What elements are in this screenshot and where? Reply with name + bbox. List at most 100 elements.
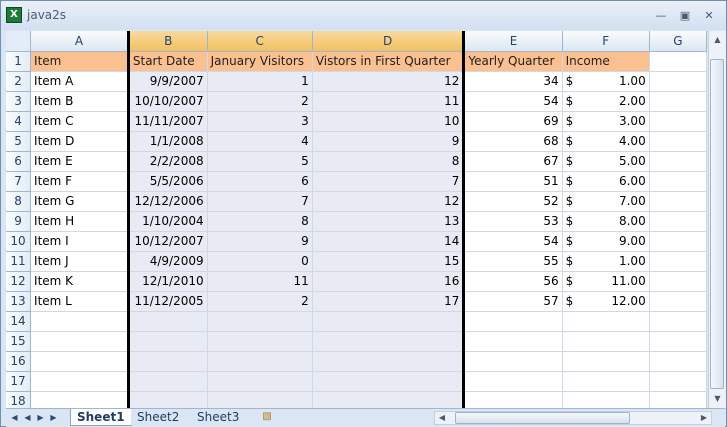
cell-a-16[interactable] bbox=[30, 351, 129, 372]
scroll-left-icon[interactable]: ◀ bbox=[436, 412, 448, 424]
worksheet-grid[interactable]: A B C D E F G 1 Item Start Date January Vis… bbox=[6, 31, 707, 408]
horizontal-scroll-thumb[interactable] bbox=[455, 412, 630, 424]
cell-e-16[interactable] bbox=[463, 351, 563, 372]
cell-g-7[interactable] bbox=[649, 171, 707, 192]
cell-b-5[interactable]: 1/1/2008 bbox=[126, 131, 208, 152]
cell-e-4[interactable]: 69 bbox=[463, 111, 563, 132]
cell-g-8[interactable] bbox=[649, 191, 707, 212]
cell-f-8[interactable]: $7.00 bbox=[562, 191, 650, 212]
cell-c-1[interactable]: January Visitors bbox=[207, 51, 313, 72]
cell-g-12[interactable] bbox=[649, 271, 707, 292]
cell-a-18[interactable] bbox=[30, 391, 129, 408]
scroll-up-icon[interactable]: ▲ bbox=[710, 32, 725, 47]
cell-e-3[interactable]: 54 bbox=[463, 91, 563, 112]
cell-g-2[interactable] bbox=[649, 71, 707, 92]
vertical-scrollbar[interactable]: ▲ ▼ bbox=[708, 31, 726, 408]
cell-f-18[interactable] bbox=[562, 391, 650, 408]
cell-a-12[interactable]: Item K bbox=[30, 271, 129, 292]
restore-icon[interactable]: ▣ bbox=[677, 9, 693, 23]
cell-a-1[interactable]: Item bbox=[30, 51, 129, 72]
cell-b-18[interactable] bbox=[126, 391, 208, 408]
cell-d-7[interactable]: 7 bbox=[312, 171, 466, 192]
cell-e-13[interactable]: 57 bbox=[463, 291, 563, 312]
cell-e-14[interactable] bbox=[463, 311, 563, 332]
cell-c-12[interactable]: 11 bbox=[207, 271, 313, 292]
cell-f-9[interactable]: $8.00 bbox=[562, 211, 650, 232]
cell-b-4[interactable]: 11/11/2007 bbox=[126, 111, 208, 132]
row-header[interactable]: 8 bbox=[6, 191, 32, 212]
cell-f-10[interactable]: $9.00 bbox=[562, 231, 650, 252]
cell-b-1[interactable]: Start Date bbox=[126, 51, 208, 72]
cell-f-7[interactable]: $6.00 bbox=[562, 171, 650, 192]
prev-sheet-icon[interactable]: ◀ bbox=[22, 411, 33, 425]
cell-e-1[interactable]: Yearly Quarter bbox=[463, 51, 563, 72]
column-header-g[interactable]: G bbox=[649, 31, 707, 52]
cell-c-7[interactable]: 6 bbox=[207, 171, 313, 192]
cell-f-2[interactable]: $1.00 bbox=[562, 71, 650, 92]
row-header[interactable]: 2 bbox=[6, 71, 32, 92]
row-header[interactable]: 18 bbox=[6, 391, 32, 408]
cell-c-8[interactable]: 7 bbox=[207, 191, 313, 212]
vertical-scroll-thumb[interactable] bbox=[710, 59, 724, 389]
row-header[interactable]: 4 bbox=[6, 111, 32, 132]
cell-b-3[interactable]: 10/10/2007 bbox=[126, 91, 208, 112]
cell-a-9[interactable]: Item H bbox=[30, 211, 129, 232]
sheet-tab-sheet2[interactable]: Sheet2 bbox=[131, 409, 186, 425]
cell-e-9[interactable]: 53 bbox=[463, 211, 563, 232]
column-header-f[interactable]: F bbox=[562, 31, 650, 52]
cell-g-11[interactable] bbox=[649, 251, 707, 272]
cell-e-12[interactable]: 56 bbox=[463, 271, 563, 292]
cell-c-16[interactable] bbox=[207, 351, 313, 372]
horizontal-scrollbar[interactable]: ◀ ▶ bbox=[434, 411, 712, 425]
cell-d-11[interactable]: 15 bbox=[312, 251, 466, 272]
cell-c-10[interactable]: 9 bbox=[207, 231, 313, 252]
cell-g-17[interactable] bbox=[649, 371, 707, 392]
cell-a-5[interactable]: Item D bbox=[30, 131, 129, 152]
cell-d-1[interactable]: Vistors in First Quarter bbox=[312, 51, 466, 72]
cell-c-4[interactable]: 3 bbox=[207, 111, 313, 132]
cell-c-13[interactable]: 2 bbox=[207, 291, 313, 312]
cell-a-4[interactable]: Item C bbox=[30, 111, 129, 132]
cell-e-7[interactable]: 51 bbox=[463, 171, 563, 192]
cell-g-18[interactable] bbox=[649, 391, 707, 408]
cell-f-6[interactable]: $5.00 bbox=[562, 151, 650, 172]
cell-e-8[interactable]: 52 bbox=[463, 191, 563, 212]
cell-b-6[interactable]: 2/2/2008 bbox=[126, 151, 208, 172]
cell-b-10[interactable]: 10/12/2007 bbox=[126, 231, 208, 252]
cell-d-18[interactable] bbox=[312, 391, 466, 408]
cell-d-6[interactable]: 8 bbox=[312, 151, 466, 172]
cell-b-9[interactable]: 1/10/2004 bbox=[126, 211, 208, 232]
cell-g-9[interactable] bbox=[649, 211, 707, 232]
cell-g-3[interactable] bbox=[649, 91, 707, 112]
cell-b-13[interactable]: 11/12/2005 bbox=[126, 291, 208, 312]
cell-g-5[interactable] bbox=[649, 131, 707, 152]
cell-d-3[interactable]: 11 bbox=[312, 91, 466, 112]
cell-a-14[interactable] bbox=[30, 311, 129, 332]
cell-c-9[interactable]: 8 bbox=[207, 211, 313, 232]
cell-d-13[interactable]: 17 bbox=[312, 291, 466, 312]
cell-b-8[interactable]: 12/12/2006 bbox=[126, 191, 208, 212]
cell-a-7[interactable]: Item F bbox=[30, 171, 129, 192]
cell-c-3[interactable]: 2 bbox=[207, 91, 313, 112]
cell-c-18[interactable] bbox=[207, 391, 313, 408]
column-header-e[interactable]: E bbox=[463, 31, 563, 52]
cell-e-2[interactable]: 34 bbox=[463, 71, 563, 92]
last-sheet-icon[interactable]: ▶ bbox=[48, 411, 59, 425]
cell-a-2[interactable]: Item A bbox=[30, 71, 129, 92]
scroll-down-icon[interactable]: ▼ bbox=[710, 391, 725, 406]
cell-f-5[interactable]: $4.00 bbox=[562, 131, 650, 152]
cell-a-13[interactable]: Item L bbox=[30, 291, 129, 312]
cell-f-13[interactable]: $12.00 bbox=[562, 291, 650, 312]
row-header[interactable]: 13 bbox=[6, 291, 32, 312]
cell-b-7[interactable]: 5/5/2006 bbox=[126, 171, 208, 192]
cell-a-11[interactable]: Item J bbox=[30, 251, 129, 272]
cell-d-10[interactable]: 14 bbox=[312, 231, 466, 252]
cell-b-16[interactable] bbox=[126, 351, 208, 372]
cell-e-5[interactable]: 68 bbox=[463, 131, 563, 152]
cell-b-15[interactable] bbox=[126, 331, 208, 352]
cell-d-15[interactable] bbox=[312, 331, 466, 352]
cell-e-17[interactable] bbox=[463, 371, 563, 392]
row-header[interactable]: 12 bbox=[6, 271, 32, 292]
cell-f-1[interactable]: Income bbox=[562, 51, 650, 72]
cell-g-1[interactable] bbox=[649, 51, 707, 72]
